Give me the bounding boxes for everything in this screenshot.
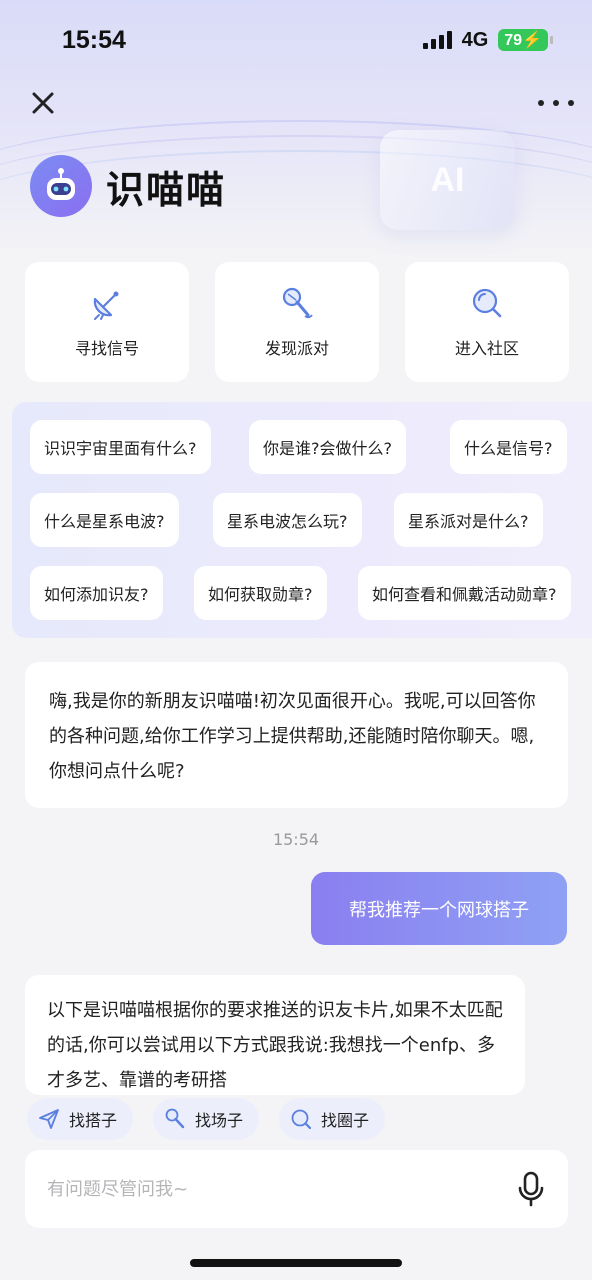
chat-input[interactable] xyxy=(47,1178,516,1200)
ai-badge: AI xyxy=(380,130,515,230)
battery-icon: 79⚡ xyxy=(498,29,553,51)
status-time: 15:54 xyxy=(62,25,126,54)
shortcut-bar: 找搭子 找场子 找圈子 xyxy=(27,1098,386,1140)
suggestion-chip[interactable]: 什么是信号? xyxy=(450,420,567,474)
battery-level: 79 xyxy=(504,32,523,49)
assistant-header: 识喵喵 xyxy=(30,155,226,217)
suggestion-chip[interactable]: 如何查看和佩戴活动勋章? xyxy=(358,566,571,620)
microphone-icon xyxy=(282,287,313,319)
network-type: 4G xyxy=(461,28,489,51)
satellite-dish-icon xyxy=(93,291,119,320)
assistant-reply-message: 以下是识喵喵根据你的要求推送的识友卡片,如果不太匹配的话,你可以尝试用以下方式跟… xyxy=(25,975,525,1095)
shortcut-label: 找场子 xyxy=(195,1111,244,1130)
quick-action-find-signal[interactable]: 寻找信号 xyxy=(25,262,189,382)
suggestion-chip[interactable]: 星系派对是什么? xyxy=(394,493,543,547)
quick-action-label: 进入社区 xyxy=(454,339,519,358)
send-icon xyxy=(39,1109,59,1129)
chat-input-bar xyxy=(25,1150,568,1228)
shortcut-find-venue[interactable]: 找场子 xyxy=(153,1098,260,1140)
page-title: 识喵喵 xyxy=(106,167,227,212)
shortcut-label: 找圈子 xyxy=(321,1111,370,1130)
home-indicator[interactable] xyxy=(190,1259,402,1267)
status-indicators: 4G 79⚡ xyxy=(422,28,553,52)
suggestion-chip[interactable]: 星系电波怎么玩? xyxy=(213,493,362,547)
microphone-icon xyxy=(518,1171,544,1207)
search-icon xyxy=(291,1109,312,1130)
suggestion-chip[interactable]: 如何获取勋章? xyxy=(194,566,327,620)
quick-action-discover-party[interactable]: 发现派对 xyxy=(215,262,379,382)
quick-action-label: 寻找信号 xyxy=(74,339,139,358)
voice-input-button[interactable] xyxy=(516,1171,546,1207)
mic-icon xyxy=(165,1108,185,1129)
more-icon xyxy=(538,100,544,106)
search-icon xyxy=(472,288,502,318)
quick-action-enter-community[interactable]: 进入社区 xyxy=(405,262,569,382)
suggestion-chip[interactable]: 识识宇宙里面有什么? xyxy=(30,420,211,474)
more-button[interactable] xyxy=(538,90,574,116)
shortcut-find-partner[interactable]: 找搭子 xyxy=(27,1098,134,1140)
close-icon xyxy=(32,92,54,114)
message-timestamp: 15:54 xyxy=(272,830,320,849)
robot-avatar-icon xyxy=(30,155,92,217)
shortcut-find-circle[interactable]: 找圈子 xyxy=(279,1098,386,1140)
status-bar: 15:54 4G 79⚡ xyxy=(0,0,592,80)
signal-icon xyxy=(422,31,452,49)
assistant-greeting-message: 嗨,我是你的新朋友识喵喵!初次见面很开心。我呢,可以回答你的各种问题,给你工作学… xyxy=(25,662,568,808)
shortcut-label: 找搭子 xyxy=(69,1111,118,1130)
suggestion-chip[interactable]: 什么是星系电波? xyxy=(30,493,179,547)
close-button[interactable] xyxy=(30,90,56,116)
user-message: 帮我推荐一个网球搭子 xyxy=(311,872,567,945)
top-nav xyxy=(0,86,592,126)
quick-action-label: 发现派对 xyxy=(264,339,329,358)
suggestion-chip[interactable]: 你是谁?会做什么? xyxy=(249,420,406,474)
quick-actions: 寻找信号 发现派对 进入社区 xyxy=(25,262,569,382)
suggested-questions: 识识宇宙里面有什么? 你是谁?会做什么? 什么是信号? 什么是星系电波? 星系电… xyxy=(12,402,592,638)
suggestion-chip[interactable]: 如何添加识友? xyxy=(30,566,163,620)
